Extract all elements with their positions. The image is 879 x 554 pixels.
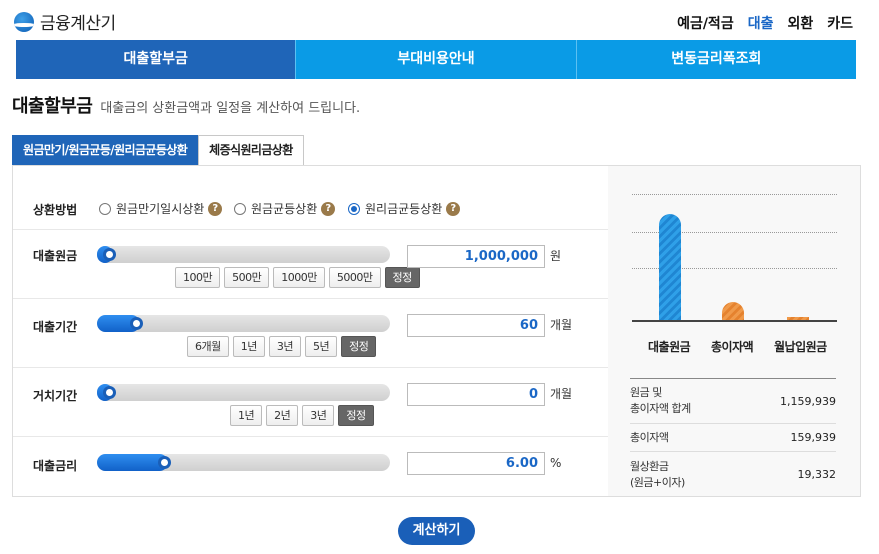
input-form: 상환방법 원금만기일시상환 ? 원금균등상환 ? 원리금균등상환 ? 대출원금 [13, 166, 608, 496]
row-grace: 거치기간 1년 2년 3년 정정 0 개월 [13, 368, 608, 437]
principal-slider[interactable] [97, 246, 390, 263]
topnav-forex[interactable]: 외환 [787, 13, 813, 33]
page-title: 대출할부금 [12, 96, 93, 117]
summary-value: 1,159,939 [780, 394, 836, 408]
radio-label: 원금만기일시상환 [116, 202, 205, 216]
summary-value: 159,939 [790, 431, 837, 444]
rate-unit: % [550, 456, 562, 470]
btn-1year[interactable]: 1년 [232, 336, 265, 357]
summary-value: 19,332 [797, 468, 837, 481]
slider-handle[interactable] [157, 456, 171, 469]
btn-1year[interactable]: 1년 [230, 405, 263, 426]
btn-5years[interactable]: 5년 [305, 336, 338, 357]
btn-6months[interactable]: 6개월 [187, 336, 229, 357]
grace-unit: 개월 [550, 387, 573, 401]
tab-variable-rate[interactable]: 변동금리폭조회 [575, 40, 856, 79]
btn-3years[interactable]: 3년 [302, 405, 335, 426]
grace-label: 거치기간 [33, 389, 78, 403]
radio-circle-icon[interactable] [234, 202, 246, 215]
topnav-card[interactable]: 카드 [827, 13, 853, 33]
chart-label-monthly: 월납입원금 [774, 340, 827, 354]
calculator-panel: 상환방법 원금만기일시상환 ? 원금균등상환 ? 원리금균등상환 ? 대출원금 [12, 165, 861, 497]
grace-slider[interactable] [97, 384, 390, 401]
btn-correct[interactable]: 정정 [338, 405, 374, 426]
subtab-standard[interactable]: 원금만기/원금균등/원리금균등상환 [12, 135, 199, 166]
sub-tabs: 원금만기/원금균등/원리금균등상환 체증식원리금상환 [12, 135, 304, 166]
period-slider[interactable] [97, 315, 390, 332]
rate-label: 대출금리 [33, 459, 78, 473]
help-icon[interactable]: ? [208, 201, 223, 216]
summary-key: 월상환금 (원금+이자) [630, 459, 685, 489]
btn-2years[interactable]: 2년 [266, 405, 299, 426]
chart-bar-0 [659, 214, 681, 320]
result-chart [632, 194, 837, 322]
app-logo[interactable]: 금융계산기 [14, 9, 116, 34]
chart-bar-2 [787, 317, 809, 320]
summary-key: 원금 및 총이자액 합계 [630, 386, 691, 415]
app-title: 금융계산기 [40, 14, 116, 34]
topnav-loan[interactable]: 대출 [748, 13, 774, 33]
chart-bar-1 [722, 302, 744, 320]
row-period: 대출기간 6개월 1년 3년 5년 정정 60 개월 [13, 299, 608, 368]
principal-input[interactable]: 1,000,000 [407, 245, 545, 268]
table-row: 총이자액 159,939 [630, 424, 836, 452]
row-rate: 대출금리 6.00 % [13, 437, 608, 496]
period-label: 대출기간 [33, 320, 78, 334]
help-icon[interactable]: ? [321, 201, 336, 216]
btn-100man[interactable]: 100만 [175, 267, 221, 288]
main-nav: 대출할부금 부대비용안내 변동금리폭조회 [16, 40, 856, 79]
tab-extra-cost[interactable]: 부대비용안내 [295, 40, 576, 79]
radio-label: 원리금균등상환 [365, 202, 443, 216]
top-nav: 예금/적금 대출 외환 카드 [677, 13, 853, 33]
table-row: 원금 및 총이자액 합계 1,159,939 [630, 379, 836, 424]
topnav-deposit[interactable]: 예금/적금 [677, 13, 734, 33]
result-panel: 대출원금 총이자액 월납입원금 원금 및 총이자액 합계 1,159,939 총이… [608, 166, 860, 496]
gridline [632, 194, 837, 195]
rate-input[interactable]: 6.00 [407, 452, 545, 475]
principal-quick-buttons: 100만 500만 1000만 5000만 정정 [175, 267, 420, 288]
table-row: 월상환금 (원금+이자) 19,332 [630, 452, 836, 497]
slider-handle[interactable] [130, 317, 144, 330]
calculate-button[interactable]: 계산하기 [398, 517, 475, 545]
slider-handle[interactable] [103, 386, 116, 399]
logo-icon [14, 11, 34, 32]
subtab-graduated[interactable]: 체증식원리금상환 [198, 135, 304, 166]
tab-loan-installment[interactable]: 대출할부금 [16, 40, 296, 79]
grace-input[interactable]: 0 [407, 383, 545, 406]
radio-circle-icon[interactable] [348, 202, 360, 215]
chart-label-interest: 총이자액 [711, 340, 754, 354]
rate-slider[interactable] [97, 454, 390, 471]
repay-label: 상환방법 [33, 203, 78, 217]
principal-label: 대출원금 [33, 249, 78, 263]
principal-unit: 원 [550, 249, 562, 263]
radio-equal-principal[interactable]: 원금균등상환 ? [234, 200, 336, 217]
period-input[interactable]: 60 [407, 314, 545, 337]
summary-key: 총이자액 [630, 430, 669, 444]
page-heading: 대출할부금 대출금의 상환금액과 일정을 계산하여 드립니다. [12, 92, 360, 118]
radio-equal-payment[interactable]: 원리금균등상환 ? [348, 200, 461, 217]
btn-3years[interactable]: 3년 [268, 336, 301, 357]
chart-label-principal: 대출원금 [648, 340, 691, 354]
period-quick-buttons: 6개월 1년 3년 5년 정정 [187, 336, 377, 357]
btn-500man[interactable]: 500만 [224, 267, 270, 288]
grace-quick-buttons: 1년 2년 3년 정정 [230, 405, 374, 426]
radio-bullet[interactable]: 원금만기일시상환 ? [99, 200, 223, 217]
period-unit: 개월 [550, 318, 573, 332]
btn-5000man[interactable]: 5000만 [328, 267, 381, 288]
btn-1000man[interactable]: 1000만 [273, 267, 325, 288]
chart-baseline [632, 320, 837, 322]
btn-correct[interactable]: 정정 [341, 336, 377, 357]
row-principal: 대출원금 100만 500만 1000만 5000만 정정 1,000,000 … [13, 230, 608, 299]
help-icon[interactable]: ? [446, 201, 461, 216]
radio-label: 원금균등상환 [251, 202, 318, 216]
radio-circle-icon[interactable] [99, 202, 111, 215]
slider-handle[interactable] [103, 248, 116, 261]
header: 금융계산기 예금/적금 대출 외환 카드 [0, 0, 879, 40]
summary-table: 원금 및 총이자액 합계 1,159,939 총이자액 159,939 월상환금(… [630, 378, 836, 497]
page-desc: 대출금의 상환금액과 일정을 계산하여 드립니다. [100, 101, 361, 116]
row-repay-method: 상환방법 원금만기일시상환 ? 원금균등상환 ? 원리금균등상환 ? [13, 166, 608, 230]
btn-correct[interactable]: 정정 [384, 267, 420, 288]
